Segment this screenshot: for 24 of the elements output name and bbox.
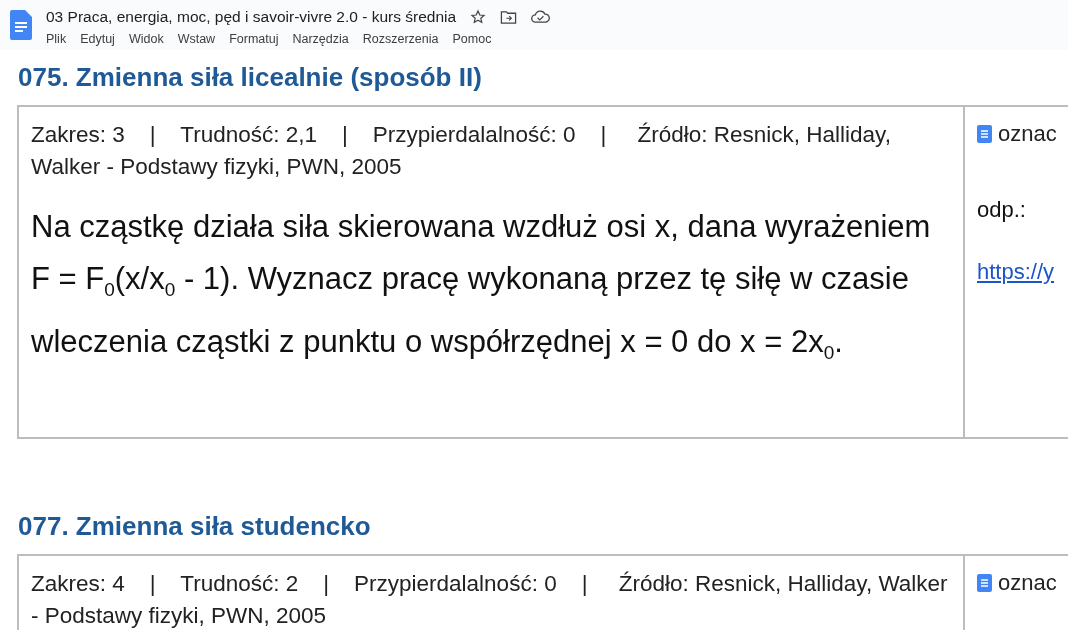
document-icon[interactable] [10, 10, 32, 40]
cloud-icon[interactable] [531, 10, 551, 24]
document-icon [977, 574, 992, 592]
answer-link[interactable]: https://y [977, 259, 1057, 285]
menu-item[interactable]: Wstaw [177, 32, 216, 46]
problem-meta: Zakres: 3 | Trudność: 2,1 | Przypierdalalność: 0 | Źródło: Resnick, Halliday, Walker - Podstawy fizyki, PWN, 2005 [31, 121, 892, 181]
folder-icon[interactable] [500, 9, 518, 25]
document-link[interactable]: oznac [998, 570, 1057, 596]
document-link[interactable]: oznac [998, 121, 1057, 147]
problem-meta: Zakres: 4 | Trudność: 2 | Przypierdalalność: 0 | Źródło: Resnick, Halliday, Walker - Podstawy fizyki, PWN, 2005 [31, 570, 949, 630]
menu-item[interactable]: Formatuj [229, 32, 279, 46]
menu-item[interactable]: Plik [46, 32, 67, 46]
document-icon [977, 125, 992, 143]
menu-item[interactable]: Widok [128, 32, 164, 46]
problem-heading: 077. Zmienna siła studencko [18, 511, 372, 542]
problem-heading: 075. Zmienna siła licealnie (sposób II) [18, 62, 483, 93]
menu-item[interactable]: Narzędzia [292, 32, 349, 46]
answer-label: odp.: [977, 197, 1027, 223]
problem-text: Na cząstkę działa siła skierowana wzdłuż osi x, dana wyrażeniem F = F$_{0}$(x/x$_{0}$ - 1). Wyznacz pracę wykonaną przez tę siłę w czasie wleczenia cząstki z punktu o współrzędnej x = 0 do x = 2x$_{0}$. [31, 208, 932, 366]
menu-item[interactable]: Rozszerzenia [362, 32, 439, 46]
document-title[interactable]: 03 Praca, energia, moc, pęd i savoir-vivre 2.0 - kurs średnia [46, 8, 457, 26]
menu-item[interactable]: Pomoc [452, 32, 492, 46]
star-icon[interactable] [470, 9, 487, 25]
menu-item[interactable]: Edytuj [80, 32, 115, 46]
